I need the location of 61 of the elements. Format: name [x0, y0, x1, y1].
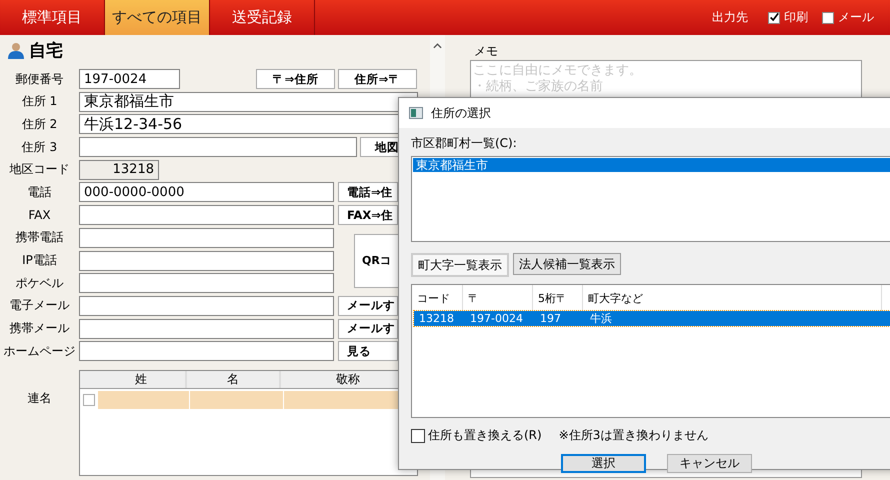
- dialog-button[interactable]: キャンセル: [667, 454, 752, 473]
- field-label: ホームページ: [2, 342, 76, 360]
- dialog-title: 住所の選択: [431, 104, 491, 122]
- field-label: IP電話: [21, 252, 58, 269]
- view-button[interactable]: 法人候補一覧表示: [513, 253, 621, 275]
- checkbox[interactable]: [411, 428, 425, 442]
- field-label: 携帯メール: [8, 320, 70, 338]
- action-button[interactable]: FAX⇒住: [338, 205, 398, 226]
- column-header: 姓: [96, 371, 188, 388]
- input-field[interactable]: [79, 341, 334, 362]
- tab[interactable]: 送受記録: [210, 0, 315, 35]
- checkbox[interactable]: [768, 12, 780, 24]
- tab[interactable]: すべての項目: [105, 0, 210, 35]
- action-button[interactable]: 電話⇒住: [338, 182, 398, 202]
- field-label: ポケベル: [14, 274, 64, 292]
- field-label: 住所 2: [20, 116, 58, 133]
- checkbox-label: 印刷: [784, 9, 808, 26]
- field-label: 地区コード: [8, 161, 70, 178]
- checkbox-label: 住所も置き換える(R): [428, 427, 542, 444]
- action-button[interactable]: メールす: [338, 318, 398, 339]
- action-button[interactable]: 〒⇒住所: [256, 69, 335, 89]
- window-icon: [409, 107, 423, 119]
- input-field[interactable]: [79, 205, 334, 226]
- note-text: ※住所3は置き換わりません: [558, 427, 708, 444]
- input-field[interactable]: 197-0024: [79, 69, 180, 89]
- action-button[interactable]: メールす: [338, 296, 398, 316]
- input-field[interactable]: 東京都福生市: [79, 92, 418, 112]
- input-field[interactable]: [78, 137, 357, 158]
- input-field[interactable]: [79, 250, 334, 270]
- table-cell[interactable]: [190, 391, 284, 410]
- action-button[interactable]: 住所⇒〒: [338, 69, 417, 89]
- input-field[interactable]: [79, 273, 334, 294]
- checkbox[interactable]: [83, 394, 95, 406]
- input-field[interactable]: [79, 228, 334, 248]
- view-button[interactable]: 町大字一覧表示: [411, 253, 509, 277]
- person-icon: [7, 41, 25, 59]
- table-row[interactable]: 13218 197-0024 197 牛浜: [414, 311, 890, 326]
- dialog-button[interactable]: 選択: [561, 454, 646, 473]
- input-field[interactable]: [79, 296, 334, 316]
- input-field[interactable]: 13218: [79, 160, 159, 180]
- field-label: 電子メール: [8, 297, 70, 314]
- table-cell[interactable]: [98, 391, 190, 410]
- output-label: 出力先: [712, 9, 748, 26]
- field-label: FAX: [27, 208, 52, 222]
- action-button[interactable]: 見る: [338, 341, 398, 362]
- field-label: 住所 1: [20, 93, 58, 110]
- checkbox-label: メール: [838, 9, 874, 26]
- input-field[interactable]: 000-0000-0000: [79, 182, 334, 202]
- field-label: 電話: [26, 184, 52, 201]
- field-label: 連名: [26, 390, 52, 408]
- input-field[interactable]: [79, 318, 334, 339]
- scroll-up-icon[interactable]: [433, 43, 442, 49]
- field-label: 郵便番号: [14, 70, 64, 88]
- city-list[interactable]: 東京都福生市: [411, 156, 890, 242]
- memo-label: メモ: [474, 43, 499, 60]
- list-item[interactable]: 東京都福生市: [413, 158, 890, 172]
- section-title: 自宅: [29, 40, 63, 62]
- column-header: 名: [187, 371, 282, 388]
- field-label: 住所 3: [20, 138, 58, 156]
- checkbox[interactable]: [822, 12, 834, 24]
- field-label: 携帯電話: [14, 229, 64, 246]
